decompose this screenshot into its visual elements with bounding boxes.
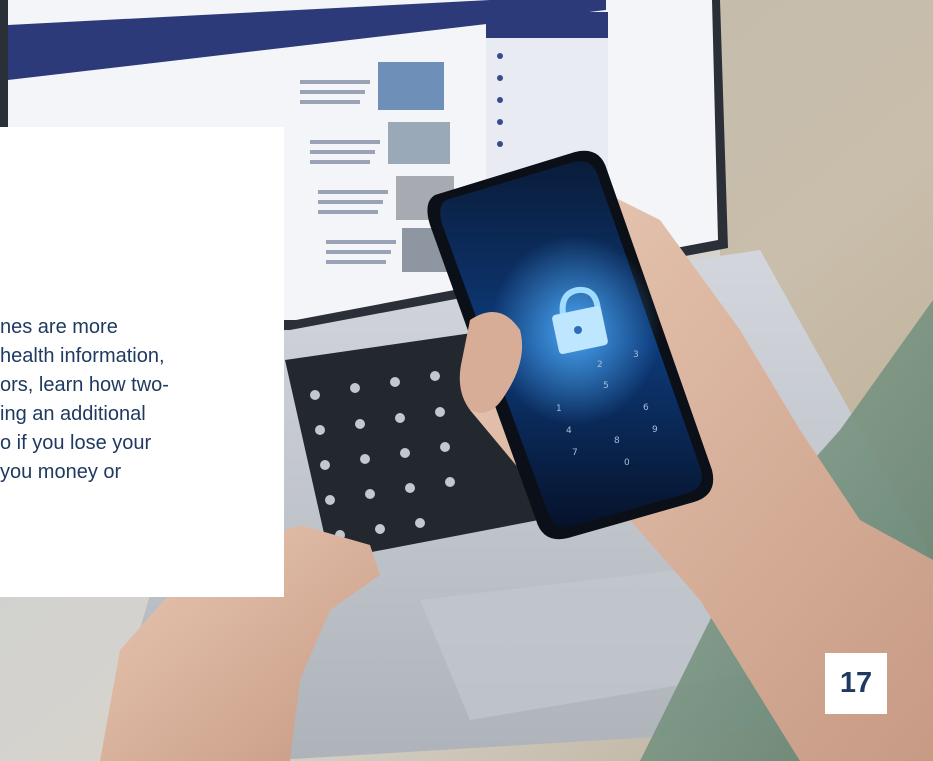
keypad-digit-5: 5 xyxy=(603,381,609,391)
website-thumbnail xyxy=(378,62,444,110)
keypad-digit-4: 4 xyxy=(566,426,572,436)
body-line: you money or xyxy=(0,461,122,483)
document-page: 2 3 1 5 6 4 8 9 7 0 nes are more health … xyxy=(0,0,933,761)
keypad-digit-6: 6 xyxy=(643,403,649,413)
body-line: o if you lose your xyxy=(0,432,152,454)
keypad-digit-0: 0 xyxy=(624,458,630,468)
website-thumbnail xyxy=(388,122,450,164)
keypad-digit-7: 7 xyxy=(572,448,578,458)
body-line: health information, xyxy=(0,345,165,367)
keypad-digit-2: 2 xyxy=(597,360,603,370)
keypad-digit-9: 9 xyxy=(652,425,658,435)
body-line: ors, learn how two- xyxy=(0,374,169,396)
body-text: nes are more health information, ors, le… xyxy=(0,313,284,487)
body-line: ing an additional xyxy=(0,403,146,425)
keypad-digit-1: 1 xyxy=(556,404,562,414)
keypad-digit-8: 8 xyxy=(614,436,620,446)
body-line: nes are more xyxy=(0,316,118,338)
text-box: nes are more health information, ors, le… xyxy=(0,127,284,597)
page-number: 17 xyxy=(825,653,887,714)
keypad-digit-3: 3 xyxy=(633,350,639,360)
